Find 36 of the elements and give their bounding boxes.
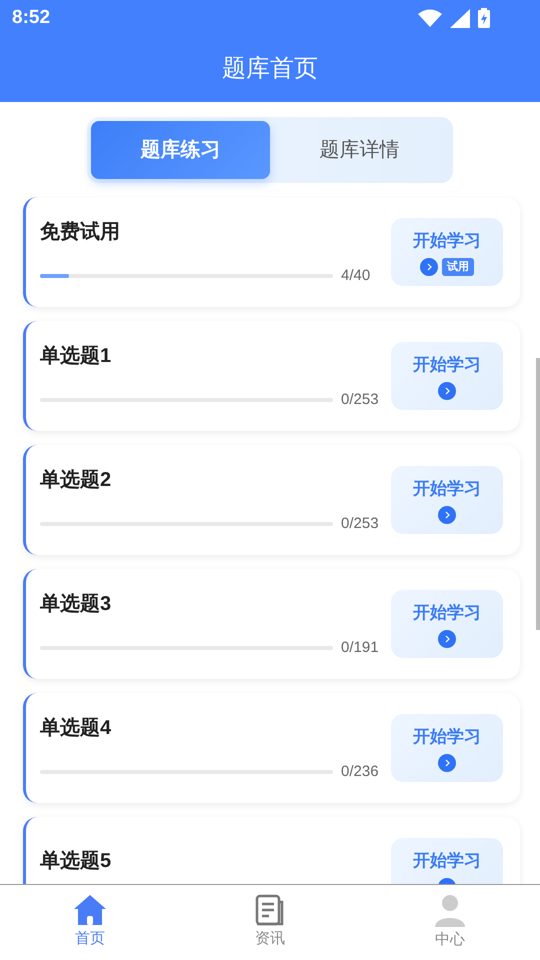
tab[interactable]: 题库详情 bbox=[270, 121, 449, 179]
bank-title: 单选题2 bbox=[40, 468, 112, 493]
start-study-button[interactable]: 开始学习 bbox=[391, 342, 503, 410]
chevron-icon bbox=[438, 506, 456, 524]
document-icon bbox=[255, 894, 285, 926]
start-study-button[interactable]: 开始学习 bbox=[391, 466, 503, 534]
nav-tab[interactable]: 中心 bbox=[360, 885, 540, 960]
progress-count: 0/191 bbox=[341, 638, 380, 658]
nav-tab[interactable]: 资讯 bbox=[180, 885, 360, 960]
start-study-button[interactable]: 开始学习 bbox=[391, 590, 503, 658]
status-time: 8:52 bbox=[12, 6, 50, 30]
progress-count: 0/236 bbox=[341, 762, 380, 782]
bank-title: 单选题5 bbox=[40, 849, 112, 874]
start-study-button[interactable]: 开始学习 bbox=[391, 838, 503, 884]
chevron-icon bbox=[420, 258, 438, 276]
person-icon bbox=[433, 893, 467, 928]
progress-count: 0/253 bbox=[341, 514, 380, 534]
progress-count: 4/40 bbox=[341, 266, 372, 286]
wifi-icon bbox=[418, 9, 442, 27]
signal-icon bbox=[450, 8, 470, 28]
chevron-icon bbox=[438, 754, 456, 772]
progress-count: 0/253 bbox=[341, 390, 380, 410]
bank-title: 单选题4 bbox=[40, 716, 112, 741]
bank-title: 免费试用 bbox=[40, 220, 121, 245]
start-study-button[interactable]: 开始学习 bbox=[391, 714, 503, 782]
nav-tab[interactable]: 首页 bbox=[0, 885, 180, 960]
battery-icon bbox=[478, 8, 490, 28]
home-icon bbox=[73, 894, 107, 926]
bank-title: 单选题1 bbox=[40, 344, 112, 369]
chevron-icon bbox=[438, 630, 456, 648]
chevron-icon bbox=[438, 382, 456, 400]
trial-badge: 试用 bbox=[442, 258, 474, 276]
tab[interactable]: 题库练习 bbox=[91, 121, 270, 179]
start-study-button[interactable]: 开始学习 试用 bbox=[391, 218, 503, 286]
bank-title: 单选题3 bbox=[40, 592, 112, 617]
page-title: 题库首页 bbox=[222, 54, 318, 84]
